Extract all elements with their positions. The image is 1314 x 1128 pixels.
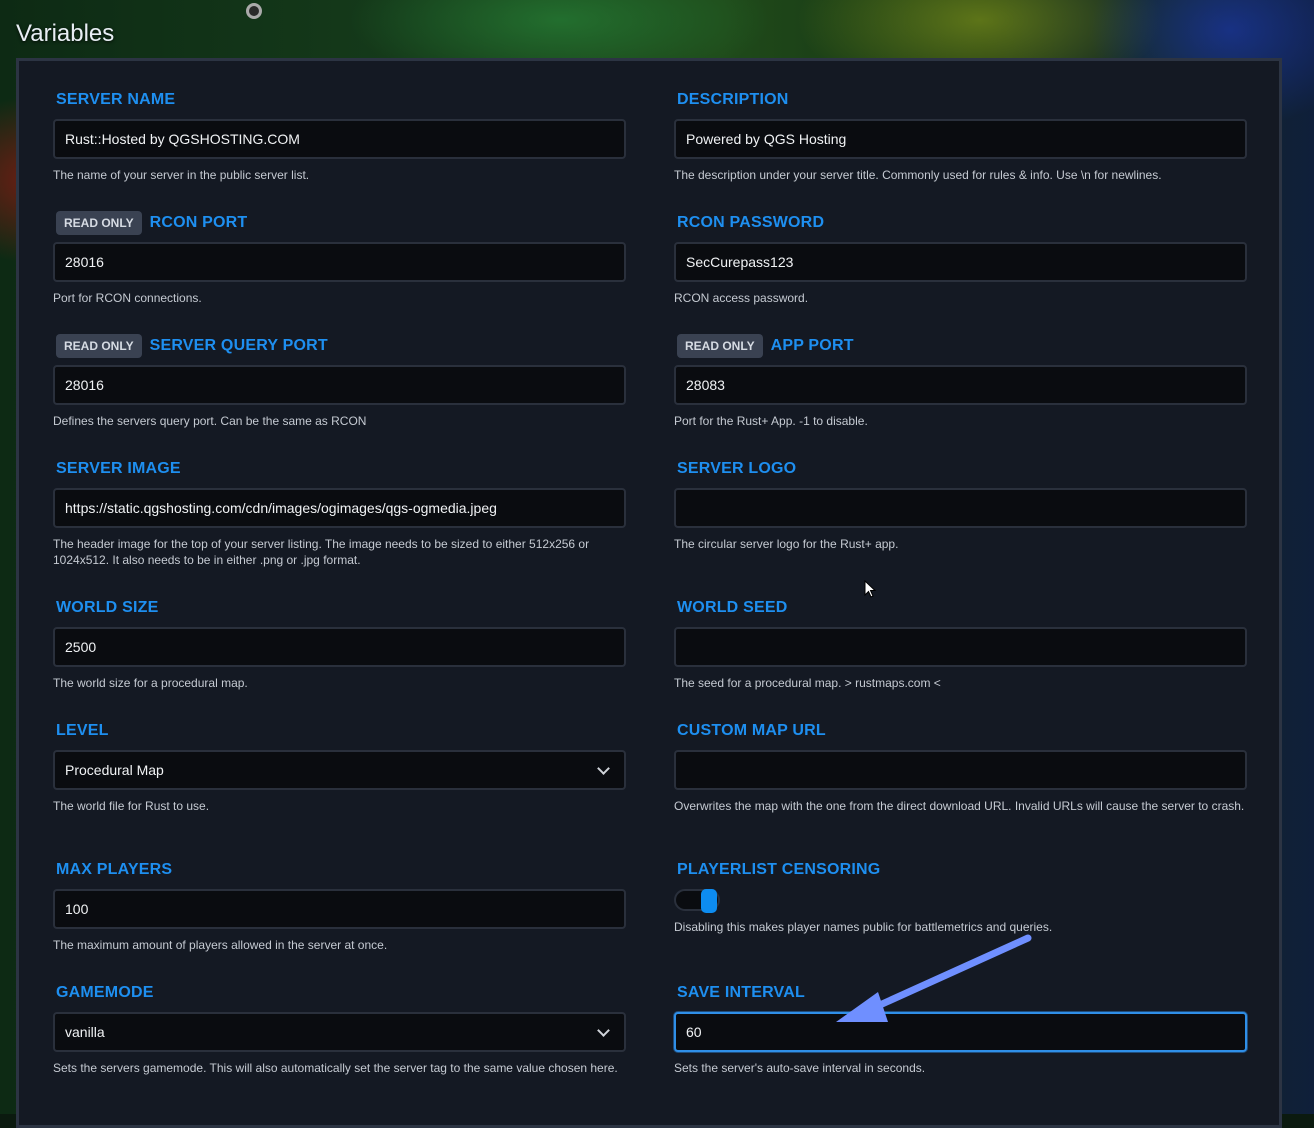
field-gamemode: GAMEMODE vanilla Sets the servers gamemo… [53,980,626,1076]
rcon-password-input[interactable]: SecCurepass123 [674,242,1247,282]
field-rcon-port: READ ONLY RCON PORT 28016 Port for RCON … [53,210,626,306]
field-help: The description under your server title.… [674,168,1162,182]
page-title: Variables [16,20,115,47]
field-help: Defines the servers query port. Can be t… [53,414,367,428]
field-help: Overwrites the map with the one from the… [674,799,1245,813]
field-playerlist-censoring: PLAYERLIST CENSORING Disabling this make… [674,857,1247,935]
gamemode-select-value: vanilla [65,1024,105,1040]
custom-map-url-input[interactable] [674,750,1247,790]
field-label: SERVER LOGO [677,460,797,477]
field-help: The seed for a procedural map. > rustmap… [674,676,941,690]
field-world-size: WORLD SIZE 2500 The world size for a pro… [53,595,626,691]
field-server-image: SERVER IMAGE https://static.qgshosting.c… [53,456,626,568]
field-help: The name of your server in the public se… [53,168,310,182]
chevron-down-icon [597,1024,610,1037]
read-only-badge: READ ONLY [56,211,142,235]
field-help: The circular server logo for the Rust+ a… [674,537,899,551]
field-help: The world size for a procedural map. [53,676,248,690]
variables-panel: SERVER NAME Rust::Hosted by QGSHOSTING.C… [16,58,1282,1128]
field-max-players: MAX PLAYERS 100 The maximum amount of pl… [53,857,626,953]
field-label: PLAYERLIST CENSORING [677,861,881,878]
field-server-logo: SERVER LOGO The circular server logo for… [674,456,1247,552]
field-help: Sets the servers gamemode. This will als… [53,1061,618,1075]
app-port-input[interactable]: 28083 [674,365,1247,405]
mouse-cursor-icon [864,580,877,598]
world-size-input[interactable]: 2500 [53,627,626,667]
field-label: SERVER QUERY PORT [149,337,328,354]
rcon-port-input[interactable]: 28016 [53,242,626,282]
field-label: MAX PLAYERS [56,861,173,878]
field-rcon-password: RCON PASSWORD SecCurepass123 RCON access… [674,210,1247,306]
max-players-input[interactable]: 100 [53,889,626,929]
field-label: CUSTOM MAP URL [677,722,826,739]
field-help: Port for RCON connections. [53,291,202,305]
level-select-value: Procedural Map [65,762,164,778]
server-image-input[interactable]: https://static.qgshosting.com/cdn/images… [53,488,626,528]
field-level: LEVEL Procedural Map The world file for … [53,718,626,814]
field-label: SAVE INTERVAL [677,984,805,1001]
chevron-down-icon [597,762,610,775]
field-label: DESCRIPTION [677,91,789,108]
playerlist-censoring-toggle[interactable] [674,889,720,913]
field-custom-map-url: CUSTOM MAP URL Overwrites the map with t… [674,718,1247,814]
field-label: APP PORT [770,337,854,354]
field-help: The world file for Rust to use. [53,799,210,813]
field-help: RCON access password. [674,291,809,305]
field-label: WORLD SIZE [56,599,159,616]
read-only-badge: READ ONLY [56,334,142,358]
field-label: GAMEMODE [56,984,154,1001]
field-help: Port for the Rust+ App. -1 to disable. [674,414,868,428]
world-seed-input[interactable] [674,627,1247,667]
description-input[interactable]: Powered by QGS Hosting [674,119,1247,159]
field-label: WORLD SEED [677,599,788,616]
field-description: DESCRIPTION Powered by QGS Hosting The d… [674,87,1247,183]
field-label: RCON PORT [149,214,248,231]
field-app-port: READ ONLY APP PORT 28083 Port for the Ru… [674,333,1247,429]
toggle-knob [701,889,717,913]
server-logo-input[interactable] [674,488,1247,528]
field-label: SERVER NAME [56,91,176,108]
background-decoration [246,3,262,19]
level-select[interactable]: Procedural Map [53,750,626,790]
field-label: SERVER IMAGE [56,460,181,477]
field-server-query-port: READ ONLY SERVER QUERY PORT 28016 Define… [53,333,626,429]
read-only-badge: READ ONLY [677,334,763,358]
server-query-port-input[interactable]: 28016 [53,365,626,405]
field-help: The maximum amount of players allowed in… [53,938,388,952]
gamemode-select[interactable]: vanilla [53,1012,626,1052]
field-label: RCON PASSWORD [677,214,825,231]
field-help: Sets the server's auto-save interval in … [674,1061,926,1075]
field-help: The header image for the top of your ser… [53,537,590,567]
field-label: LEVEL [56,722,109,739]
field-world-seed: WORLD SEED The seed for a procedural map… [674,595,1247,691]
annotation-arrow-icon [836,934,1032,1022]
server-name-input[interactable]: Rust::Hosted by QGSHOSTING.COM [53,119,626,159]
field-server-name: SERVER NAME Rust::Hosted by QGSHOSTING.C… [53,87,626,183]
